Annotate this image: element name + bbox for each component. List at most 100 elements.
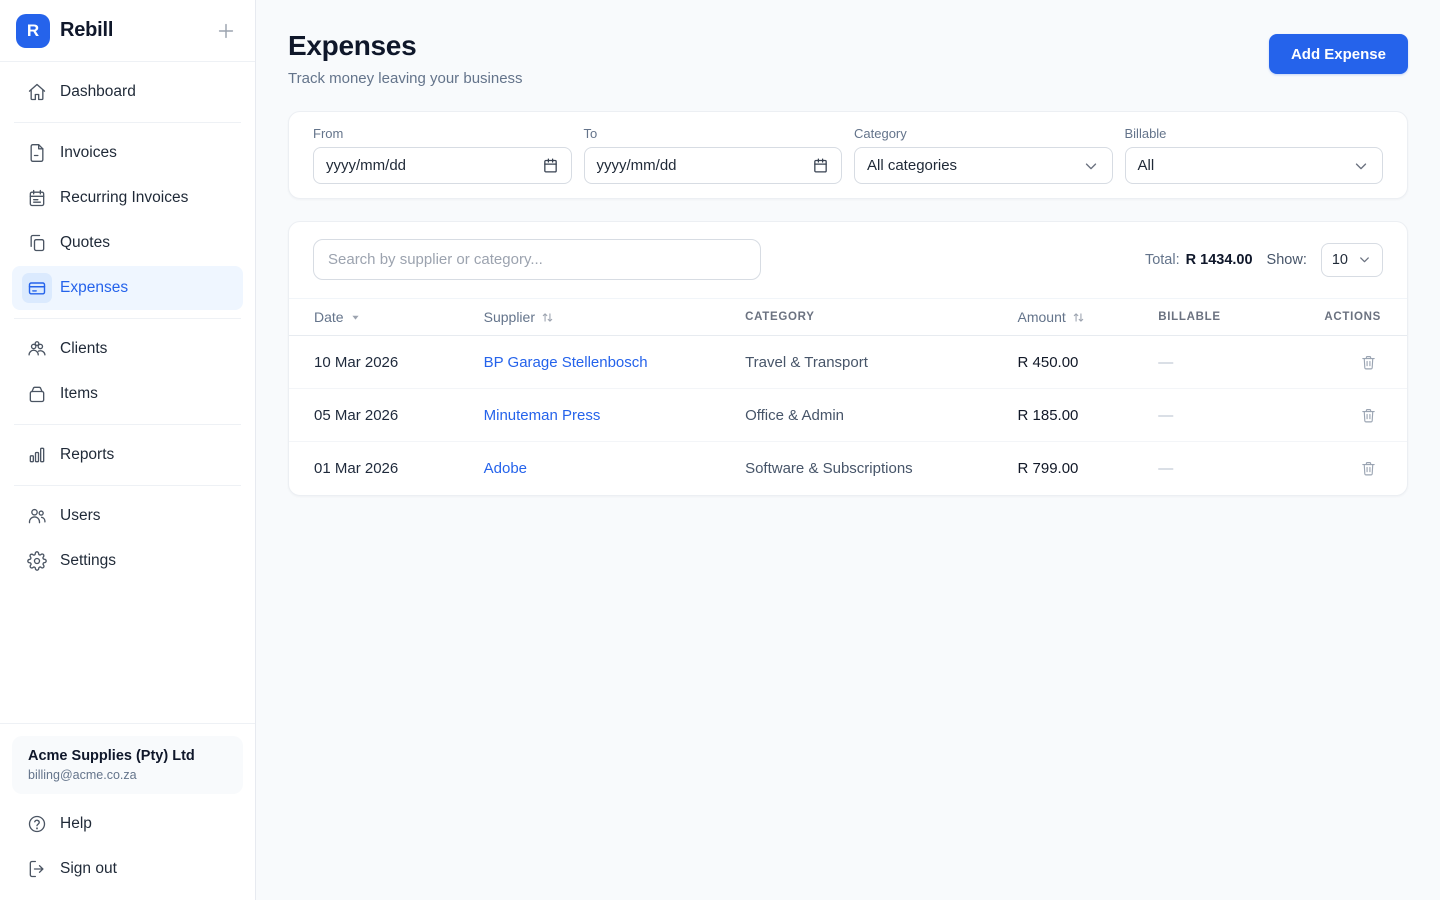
copy-icon: [22, 228, 52, 258]
expense-amount: R 799.00: [1018, 442, 1159, 495]
supplier-link[interactable]: Adobe: [484, 460, 527, 477]
delete-expense-button[interactable]: [1356, 403, 1381, 428]
table-meta: Total: R 1434.00 Show: 10: [1145, 243, 1383, 277]
chevron-down-icon: [1082, 157, 1100, 175]
expense-category: Office & Admin: [745, 389, 1017, 442]
trash-icon: [1360, 407, 1377, 424]
expense-billable: —: [1158, 389, 1289, 442]
sort-arrows-icon: [1072, 311, 1085, 324]
home-icon: [22, 77, 52, 107]
sidebar-footer: Acme Supplies (Pty) Ltd billing@acme.co.…: [0, 723, 255, 900]
gear-icon: [22, 546, 52, 576]
expense-billable: —: [1158, 336, 1289, 389]
main-content: Expenses Track money leaving your busine…: [256, 0, 1440, 900]
sidebar-nav: Dashboard Invoices Recurring Invoices Qu…: [0, 62, 255, 584]
app-logo-letter: R: [27, 21, 39, 41]
trash-icon: [1360, 460, 1377, 477]
column-header-billable: Billable: [1158, 299, 1289, 336]
divider: [14, 424, 241, 425]
sidebar-item-label: Recurring Invoices: [60, 189, 188, 207]
sidebar-item-users[interactable]: Users: [12, 494, 243, 538]
expenses-table: Date Supplier Category: [289, 298, 1407, 495]
sidebar: R Rebill Dashboard Invoices Recu: [0, 0, 256, 900]
billable-select[interactable]: All: [1125, 147, 1384, 184]
expense-date: 01 Mar 2026: [289, 442, 484, 495]
document-icon: [22, 138, 52, 168]
sidebar-item-label: Items: [60, 385, 98, 403]
sidebar-item-settings[interactable]: Settings: [12, 539, 243, 583]
sidebar-item-label: Settings: [60, 552, 116, 570]
chevron-down-icon: [1357, 252, 1372, 267]
page-size-value: 10: [1332, 252, 1348, 268]
table-row: 10 Mar 2026 BP Garage Stellenbosch Trave…: [289, 336, 1407, 389]
expense-category: Travel & Transport: [745, 336, 1017, 389]
from-date-input[interactable]: yyyy/mm/dd: [313, 147, 572, 184]
column-header-actions: Actions: [1289, 299, 1407, 336]
table-row: 01 Mar 2026 Adobe Software & Subscriptio…: [289, 442, 1407, 495]
category-select[interactable]: All categories: [854, 147, 1113, 184]
add-new-button[interactable]: [213, 18, 239, 44]
from-date-value: yyyy/mm/dd: [326, 157, 406, 174]
sidebar-item-reports[interactable]: Reports: [12, 433, 243, 477]
expense-category: Software & Subscriptions: [745, 442, 1017, 495]
sidebar-item-clients[interactable]: Clients: [12, 327, 243, 371]
chevron-down-icon: [1352, 157, 1370, 175]
users-icon: [22, 501, 52, 531]
calendar-icon: [22, 183, 52, 213]
triangle-down-icon: [350, 312, 361, 323]
app-logo: R: [16, 14, 50, 48]
to-date-input[interactable]: yyyy/mm/dd: [584, 147, 843, 184]
column-header-amount[interactable]: Amount: [1018, 299, 1159, 336]
billable-field: Billable All: [1125, 126, 1384, 184]
expense-amount: R 450.00: [1018, 336, 1159, 389]
supplier-link[interactable]: BP Garage Stellenbosch: [484, 354, 648, 371]
supplier-link[interactable]: Minuteman Press: [484, 407, 601, 424]
sign-out-button[interactable]: Sign out: [12, 847, 243, 891]
to-date-field: To yyyy/mm/dd: [584, 126, 843, 184]
page-header: Expenses Track money leaving your busine…: [288, 30, 1408, 87]
sidebar-item-quotes[interactable]: Quotes: [12, 221, 243, 265]
to-date-value: yyyy/mm/dd: [597, 157, 677, 174]
table-toolbar: Total: R 1434.00 Show: 10: [289, 222, 1407, 298]
sidebar-item-label: Quotes: [60, 234, 110, 252]
credit-card-icon: [22, 273, 52, 303]
divider: [14, 122, 241, 123]
delete-expense-button[interactable]: [1356, 456, 1381, 481]
sidebar-item-label: Reports: [60, 446, 114, 464]
brand-name: Rebill: [60, 19, 113, 42]
help-button[interactable]: Help: [12, 802, 243, 846]
table-row: 05 Mar 2026 Minuteman Press Office & Adm…: [289, 389, 1407, 442]
column-header-category: Category: [745, 299, 1017, 336]
sidebar-item-items[interactable]: Items: [12, 372, 243, 416]
sidebar-item-recurring-invoices[interactable]: Recurring Invoices: [12, 176, 243, 220]
expense-billable: —: [1158, 442, 1289, 495]
sidebar-item-label: Users: [60, 507, 100, 525]
sidebar-item-dashboard[interactable]: Dashboard: [12, 70, 243, 114]
add-expense-button[interactable]: Add Expense: [1269, 34, 1408, 74]
divider: [14, 485, 241, 486]
sidebar-item-expenses[interactable]: Expenses: [12, 266, 243, 310]
to-label: To: [584, 126, 843, 141]
account-email: billing@acme.co.za: [28, 768, 227, 782]
column-header-supplier[interactable]: Supplier: [484, 299, 745, 336]
table-header-row: Date Supplier Category: [289, 299, 1407, 336]
expense-date: 10 Mar 2026: [289, 336, 484, 389]
people-group-icon: [22, 334, 52, 364]
question-circle-icon: [22, 809, 52, 839]
filter-bar: From yyyy/mm/dd To yyyy/mm/dd Category A…: [288, 111, 1408, 199]
search-input[interactable]: [313, 239, 761, 280]
delete-expense-button[interactable]: [1356, 350, 1381, 375]
sidebar-item-invoices[interactable]: Invoices: [12, 131, 243, 175]
page-subtitle: Track money leaving your business: [288, 70, 523, 87]
show-label: Show:: [1267, 252, 1307, 268]
page-size-select[interactable]: 10: [1321, 243, 1383, 277]
expenses-table-card: Total: R 1434.00 Show: 10 Date: [288, 221, 1408, 496]
sidebar-header: R Rebill: [0, 0, 255, 62]
from-date-field: From yyyy/mm/dd: [313, 126, 572, 184]
bar-chart-icon: [22, 440, 52, 470]
divider: [14, 318, 241, 319]
column-header-date[interactable]: Date: [289, 299, 484, 336]
sidebar-item-label: Dashboard: [60, 83, 136, 101]
category-label: Category: [854, 126, 1113, 141]
sidebar-item-label: Expenses: [60, 279, 128, 297]
